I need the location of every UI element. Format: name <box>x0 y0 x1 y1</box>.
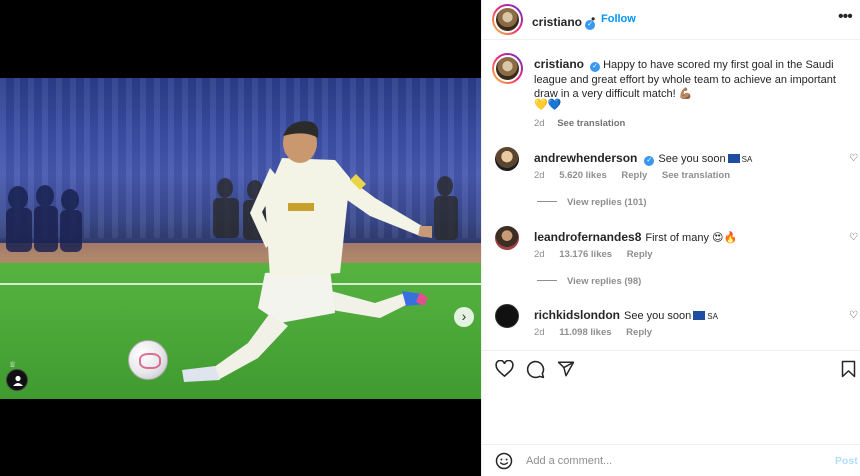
comment-body: andrewhenderson ✓ See you soon SA <box>534 151 752 166</box>
instagram-post-view: › ♕ cristiano ✓ • Follow ••• cristiano ✓… <box>0 0 860 476</box>
comment-composer: Post <box>482 444 860 476</box>
comment-likes[interactable]: 11.098 likes <box>559 327 611 338</box>
comment-text: First of many <box>645 232 709 244</box>
comment-bubble-icon[interactable] <box>526 360 545 379</box>
replies-line <box>537 201 557 202</box>
comment-meta: 2d 5.620 likes Reply See translation <box>534 170 742 181</box>
like-comment-heart-icon[interactable]: ♡ <box>849 153 858 164</box>
post-header: cristiano ✓ • Follow ••• <box>482 0 860 40</box>
flag-sa-icon <box>693 311 706 320</box>
flag-code: SA <box>707 312 718 321</box>
verified-badge-icon: ✓ <box>590 62 601 72</box>
post-actions <box>482 350 860 386</box>
verified-badge-icon: ✓ <box>644 156 655 166</box>
caption-emoji: 💪🏽 <box>678 88 693 100</box>
comment-emoji: 😍🔥 <box>712 232 738 244</box>
post-media: › ♕ <box>0 0 481 476</box>
comment-time: 2d <box>534 170 545 181</box>
comment-username[interactable]: richkidslondon <box>534 308 620 322</box>
follow-button[interactable]: Follow <box>601 13 636 25</box>
author-avatar[interactable] <box>492 4 523 35</box>
chevron-right-icon: › <box>461 308 467 324</box>
replies-line <box>537 280 557 281</box>
commenter-avatar[interactable] <box>495 147 519 171</box>
comments-scroll-area[interactable]: cristiano ✓ Happy to have scored my first… <box>482 41 860 347</box>
like-heart-icon[interactable] <box>495 360 514 378</box>
user-icon <box>13 375 23 386</box>
emoji-icon[interactable] <box>495 452 513 470</box>
comment-text: See you soon <box>624 310 692 322</box>
header-separator: • <box>591 12 596 26</box>
comment-likes[interactable]: 5.620 likes <box>559 170 607 181</box>
caption-meta: 2d See translation <box>534 118 635 129</box>
view-replies-button[interactable]: View replies (98) <box>537 276 641 287</box>
comment-time: 2d <box>534 249 545 260</box>
post-photo[interactable]: › <box>0 78 481 399</box>
comment-meta: 2d 13.176 likes Reply <box>534 249 665 260</box>
author-username[interactable]: cristiano ✓ <box>532 13 596 31</box>
comment-meta: 2d 11.098 likes Reply <box>534 327 664 338</box>
reply-button[interactable]: Reply <box>626 327 652 338</box>
commenter-avatar[interactable] <box>495 304 519 328</box>
see-translation-link[interactable]: See translation <box>557 118 625 129</box>
comment-body: richkidslondon See you soon SA <box>534 308 718 322</box>
see-translation-link[interactable]: See translation <box>662 170 730 181</box>
caption-username[interactable]: cristiano <box>534 57 584 71</box>
comment-username[interactable]: andrewhenderson <box>534 151 637 165</box>
commenter-avatar[interactable] <box>495 226 519 250</box>
like-comment-heart-icon[interactable]: ♡ <box>849 310 858 321</box>
flag-code: SA <box>741 155 753 164</box>
save-bookmark-icon[interactable] <box>841 360 856 378</box>
share-send-icon[interactable] <box>557 360 575 378</box>
reply-button[interactable]: Reply <box>627 249 653 260</box>
comment-body: leandrofernandes8 First of many 😍🔥 <box>534 230 737 244</box>
more-options-icon[interactable]: ••• <box>838 8 853 26</box>
add-comment-input[interactable] <box>526 452 796 470</box>
comment-likes[interactable]: 13.176 likes <box>559 249 612 260</box>
caption-time: 2d <box>534 118 545 129</box>
tagged-users-button[interactable] <box>6 369 28 391</box>
post-caption: cristiano ✓ Happy to have scored my first… <box>534 57 844 102</box>
next-slide-button[interactable]: › <box>454 307 474 327</box>
player-figure <box>182 121 432 382</box>
view-replies-button[interactable]: View replies (101) <box>537 197 647 208</box>
comment-username[interactable]: leandrofernandes8 <box>534 230 641 244</box>
caption-author-avatar[interactable] <box>492 53 523 84</box>
caption-hearts-emoji: 💛💙 <box>534 99 562 111</box>
post-comment-button[interactable]: Post <box>835 455 858 467</box>
like-comment-heart-icon[interactable]: ♡ <box>849 232 858 243</box>
comment-time: 2d <box>534 327 545 338</box>
post-side-panel: cristiano ✓ • Follow ••• cristiano ✓ Happy… <box>481 0 860 476</box>
comment-text: See you soon <box>658 153 726 165</box>
flag-sa-icon <box>727 154 740 163</box>
reply-button[interactable]: Reply <box>621 170 647 181</box>
football <box>128 340 168 380</box>
crown-icon: ♕ <box>9 360 17 369</box>
